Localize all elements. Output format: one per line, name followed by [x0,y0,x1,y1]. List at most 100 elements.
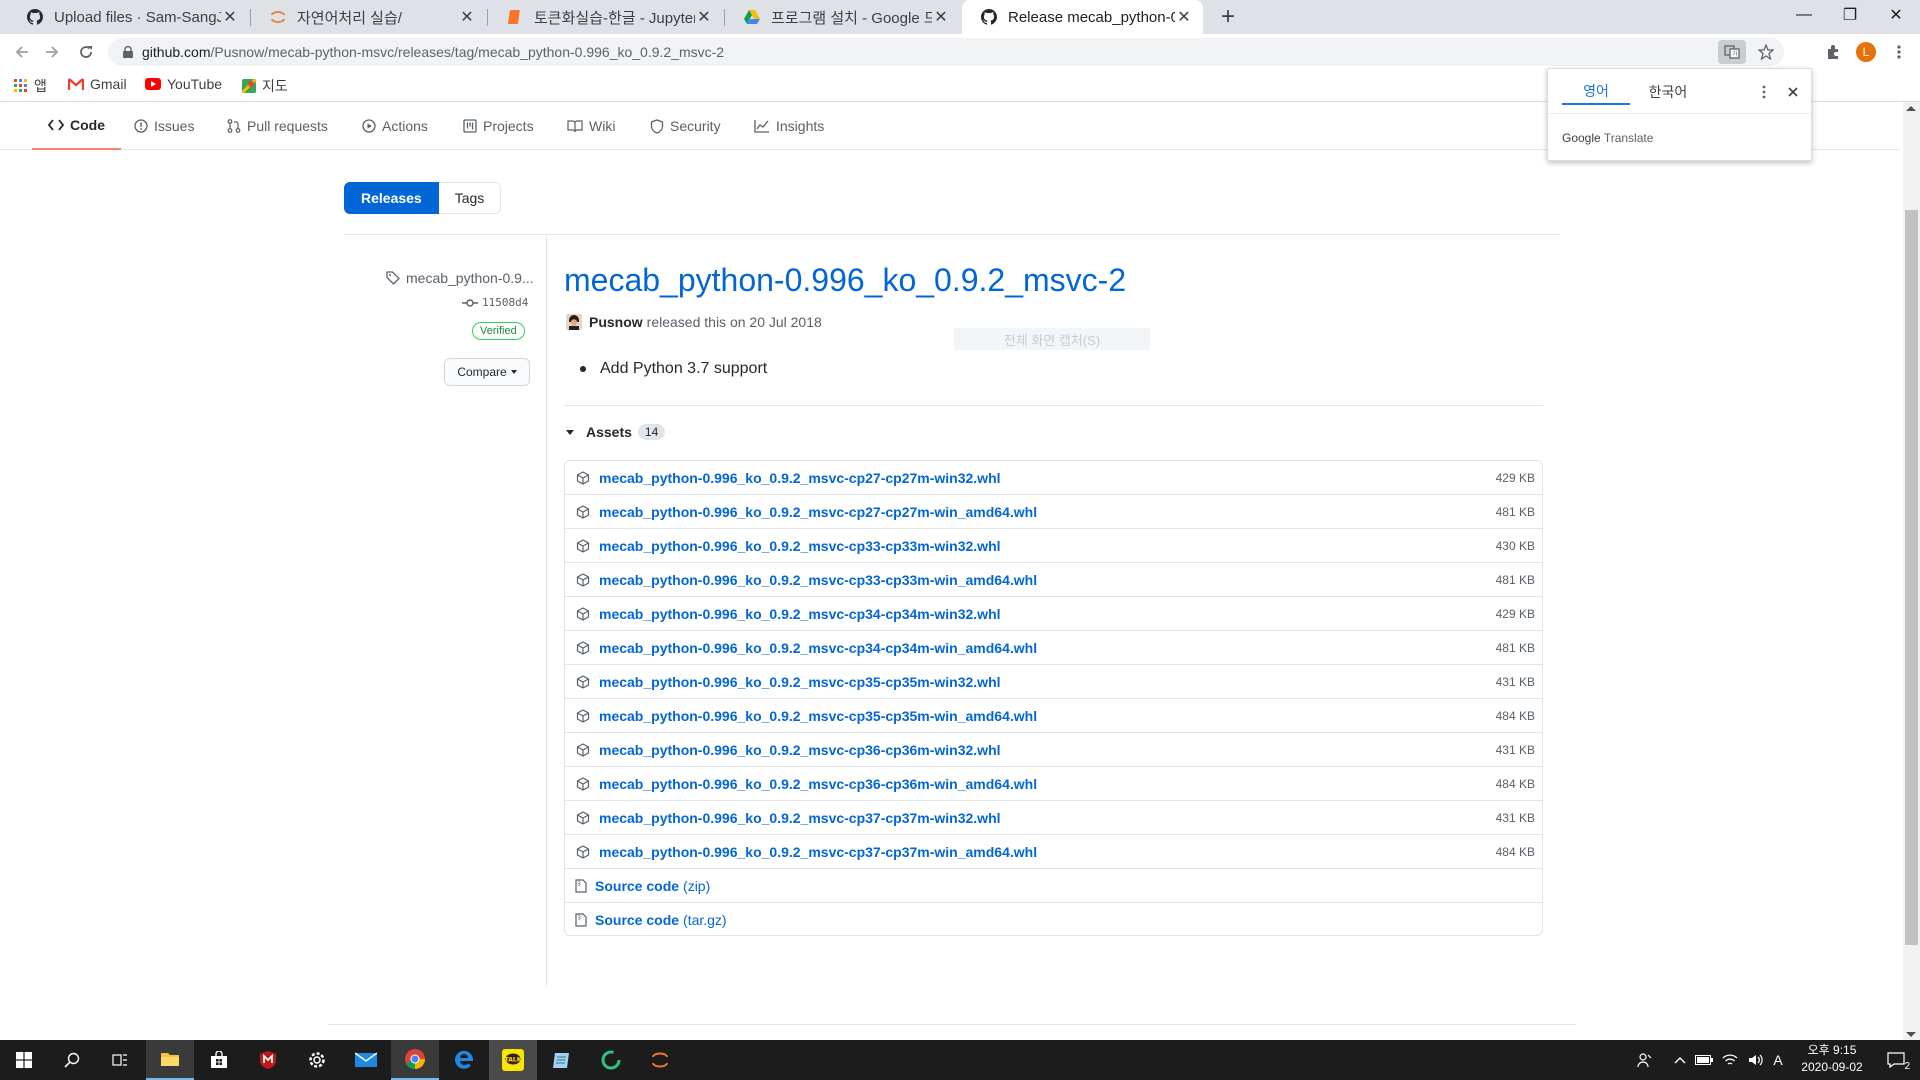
bookmark-youtube[interactable]: YouTube [145,76,222,92]
jupyter-icon[interactable] [636,1040,684,1080]
battery-icon[interactable] [1692,1040,1716,1080]
scroll-down-arrow[interactable] [1906,1032,1916,1037]
repo-tab-insights[interactable]: Insights [754,102,824,150]
source-code-link[interactable]: Source code (zip) [595,878,1542,894]
releases-tab[interactable]: Releases [344,182,439,214]
close-icon[interactable]: ✕ [695,7,713,27]
translate-target-lang-tab[interactable]: 한국어 [1634,79,1702,105]
release-tag-link[interactable]: mecab_python-0.9... [386,270,534,286]
source-row[interactable]: Source code (tar.gz) [565,903,1542,937]
windows-start-icon[interactable] [0,1040,48,1080]
minimize-button[interactable]: — [1781,0,1827,30]
lock-icon[interactable] [114,46,142,58]
maximize-button[interactable]: ❐ [1827,0,1873,30]
browser-tab[interactable]: 자연어처리 실습/ ✕ [251,0,486,34]
close-icon[interactable] [1782,81,1804,103]
notification-center-icon[interactable]: 2 [1876,1040,1916,1080]
bookmark-maps[interactable]: 지도 [242,76,288,96]
bookmark-apps[interactable]: 앱 [14,76,47,96]
asset-name[interactable]: mecab_python-0.996_ko_0.9.2_msvc-cp27-cp… [599,470,1496,486]
close-icon[interactable]: ✕ [1175,7,1193,27]
kakaotalk-icon[interactable]: TALK [489,1040,537,1080]
asset-name[interactable]: mecab_python-0.996_ko_0.9.2_msvc-cp35-cp… [599,674,1496,690]
forward-button[interactable] [38,38,66,66]
address-bar[interactable]: github.com/Pusnow/mecab-python-msvc/rele… [108,38,1784,66]
wifi-icon[interactable] [1718,1040,1742,1080]
release-title[interactable]: mecab_python-0.996_ko_0.9.2_msvc-2 [564,262,1126,299]
asset-row[interactable]: mecab_python-0.996_ko_0.9.2_msvc-cp35-cp… [565,699,1542,733]
browser-tab-active[interactable]: Release mecab_python-0.996 ✕ [962,0,1203,34]
close-icon[interactable]: ✕ [458,7,476,27]
asset-row[interactable]: mecab_python-0.996_ko_0.9.2_msvc-cp33-cp… [565,529,1542,563]
avatar[interactable] [566,314,582,330]
asset-name[interactable]: mecab_python-0.996_ko_0.9.2_msvc-cp37-cp… [599,810,1496,826]
asset-row[interactable]: mecab_python-0.996_ko_0.9.2_msvc-cp27-cp… [565,495,1542,529]
volume-icon[interactable] [1744,1040,1768,1080]
mail-icon[interactable] [342,1040,390,1080]
notepad-icon[interactable] [538,1040,586,1080]
people-icon[interactable] [1632,1040,1658,1080]
asset-name[interactable]: mecab_python-0.996_ko_0.9.2_msvc-cp34-cp… [599,606,1496,622]
chevron-up-icon[interactable] [1670,1040,1690,1080]
asset-row[interactable]: mecab_python-0.996_ko_0.9.2_msvc-cp33-cp… [565,563,1542,597]
profile-avatar[interactable]: L [1852,38,1880,66]
tags-tab[interactable]: Tags [438,182,502,214]
menu-kebab-icon[interactable] [1885,38,1913,66]
browser-tab[interactable]: 토큰화실습-한글 - Jupyter N ✕ [488,0,723,34]
translate-source-lang-tab[interactable]: 영어 [1562,79,1630,105]
repo-tab-issues[interactable]: Issues [134,102,194,150]
close-window-button[interactable]: ✕ [1873,0,1919,30]
edge-icon[interactable] [440,1040,488,1080]
mcafee-icon[interactable] [244,1040,292,1080]
ime-indicator[interactable]: A [1768,1040,1788,1080]
back-button[interactable] [8,38,36,66]
more-options-icon[interactable] [1754,81,1774,103]
asset-row[interactable]: mecab_python-0.996_ko_0.9.2_msvc-cp34-cp… [565,631,1542,665]
asset-row[interactable]: mecab_python-0.996_ko_0.9.2_msvc-cp27-cp… [565,461,1542,495]
asset-name[interactable]: mecab_python-0.996_ko_0.9.2_msvc-cp27-cp… [599,504,1496,520]
clock[interactable]: 오후 9:15 2020-09-02 [1788,1042,1876,1076]
reload-button[interactable] [72,38,100,66]
circle-app-icon[interactable] [587,1040,635,1080]
file-explorer-icon[interactable] [146,1040,194,1080]
asset-name[interactable]: mecab_python-0.996_ko_0.9.2_msvc-cp36-cp… [599,776,1496,792]
search-icon[interactable] [48,1040,96,1080]
close-icon[interactable]: ✕ [932,7,950,27]
close-icon[interactable]: ✕ [221,7,239,27]
asset-name[interactable]: mecab_python-0.996_ko_0.9.2_msvc-cp33-cp… [599,572,1496,588]
asset-row[interactable]: mecab_python-0.996_ko_0.9.2_msvc-cp37-cp… [565,835,1542,869]
compare-button[interactable]: Compare [444,358,530,386]
chrome-icon[interactable] [391,1040,439,1080]
repo-tab-actions[interactable]: Actions [362,102,428,150]
asset-name[interactable]: mecab_python-0.996_ko_0.9.2_msvc-cp34-cp… [599,640,1496,656]
browser-tab[interactable]: Upload files · Sam-SangJoon ✕ [8,0,249,34]
translate-icon[interactable]: 가 [1718,40,1746,64]
asset-row[interactable]: mecab_python-0.996_ko_0.9.2_msvc-cp36-cp… [565,767,1542,801]
bookmark-gmail[interactable]: Gmail [68,76,127,92]
source-code-link[interactable]: Source code (tar.gz) [595,912,1542,928]
asset-row[interactable]: mecab_python-0.996_ko_0.9.2_msvc-cp35-cp… [565,665,1542,699]
asset-row[interactable]: mecab_python-0.996_ko_0.9.2_msvc-cp37-cp… [565,801,1542,835]
settings-icon[interactable] [293,1040,341,1080]
repo-tab-wiki[interactable]: Wiki [567,102,615,150]
scroll-up-arrow[interactable] [1906,106,1916,111]
scrollbar-thumb[interactable] [1905,210,1918,945]
author-link[interactable]: Pusnow [589,314,643,330]
task-view-icon[interactable] [96,1040,144,1080]
new-tab-button[interactable]: + [1213,2,1243,32]
asset-row[interactable]: mecab_python-0.996_ko_0.9.2_msvc-cp36-cp… [565,733,1542,767]
store-icon[interactable] [195,1040,243,1080]
repo-tab-code[interactable]: Code [32,102,121,150]
asset-row[interactable]: mecab_python-0.996_ko_0.9.2_msvc-cp34-cp… [565,597,1542,631]
bookmark-star-icon[interactable] [1752,44,1780,60]
assets-toggle[interactable]: Assets 14 [566,424,666,440]
repo-tab-security[interactable]: Security [650,102,721,150]
asset-name[interactable]: mecab_python-0.996_ko_0.9.2_msvc-cp36-cp… [599,742,1496,758]
repo-tab-pull-requests[interactable]: Pull requests [227,102,328,150]
asset-name[interactable]: mecab_python-0.996_ko_0.9.2_msvc-cp33-cp… [599,538,1496,554]
source-row[interactable]: Source code (zip) [565,869,1542,903]
browser-tab[interactable]: 프로그램 설치 - Google 드라 ✕ [725,0,960,34]
verified-badge[interactable]: Verified [472,322,525,340]
asset-name[interactable]: mecab_python-0.996_ko_0.9.2_msvc-cp35-cp… [599,708,1496,724]
asset-name[interactable]: mecab_python-0.996_ko_0.9.2_msvc-cp37-cp… [599,844,1496,860]
